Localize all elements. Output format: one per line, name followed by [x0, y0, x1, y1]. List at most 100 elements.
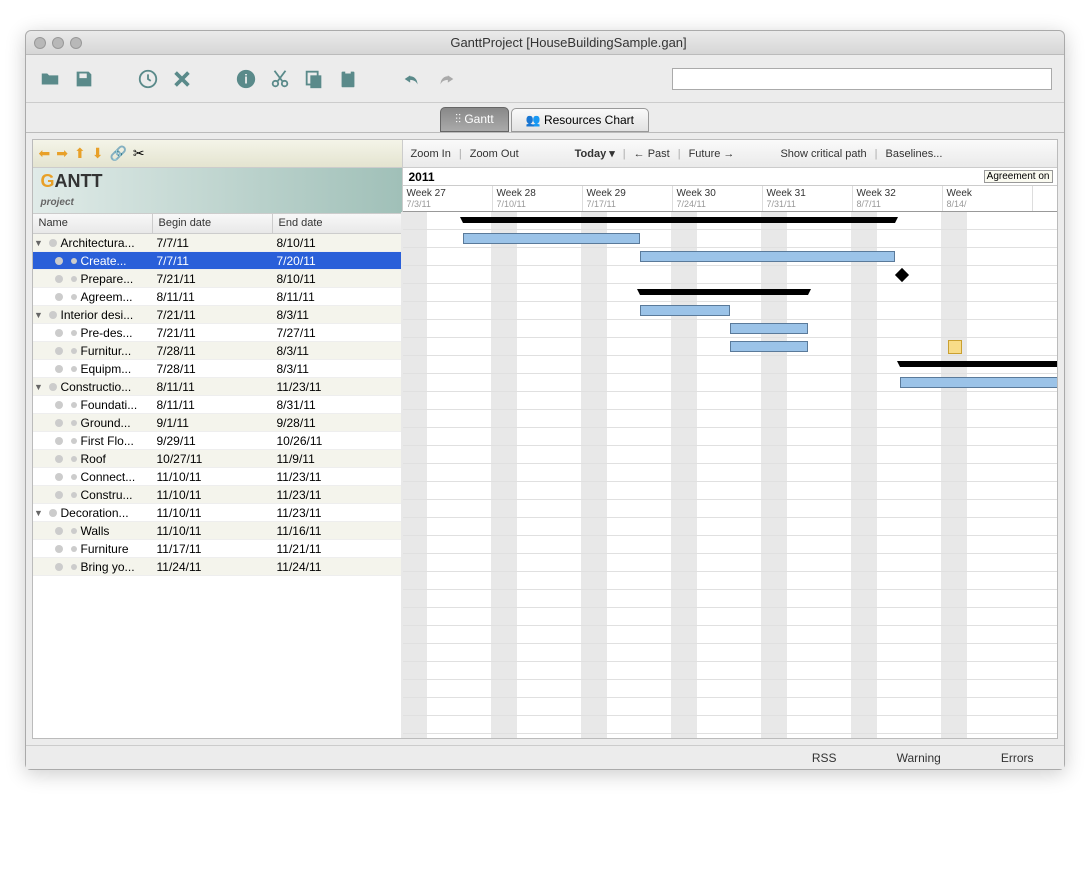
- open-file-icon[interactable]: [38, 67, 62, 91]
- task-bullet-icon: [55, 491, 63, 499]
- task-row[interactable]: Create...7/7/117/20/11: [33, 252, 402, 270]
- task-bullet-icon: [49, 383, 57, 391]
- delete-icon[interactable]: [170, 67, 194, 91]
- task-row[interactable]: ▼Interior desi...7/21/118/3/11: [33, 306, 402, 324]
- gantt-row: [403, 464, 1057, 482]
- clock-icon[interactable]: [136, 67, 160, 91]
- task-bullet-icon: [55, 563, 63, 571]
- task-row[interactable]: Furniture11/17/1111/21/11: [33, 540, 402, 558]
- task-bullet-icon: [55, 455, 63, 463]
- task-row[interactable]: ▼Constructio...8/11/1111/23/11: [33, 378, 402, 396]
- minimize-window-icon[interactable]: [52, 37, 64, 49]
- view-tabs: ⫶⫶ Gantt 👥 Resources Chart: [26, 103, 1064, 133]
- task-name: Agreem...: [81, 290, 133, 304]
- link-icon[interactable]: 🔗: [109, 145, 126, 162]
- redo-icon[interactable]: [434, 67, 458, 91]
- task-end: 7/20/11: [273, 254, 402, 268]
- close-window-icon[interactable]: [34, 37, 46, 49]
- statusbar: RSS Warning Errors: [26, 745, 1064, 769]
- task-name: Interior desi...: [61, 308, 134, 322]
- task-bar[interactable]: [463, 233, 640, 244]
- task-end: 7/27/11: [273, 326, 402, 340]
- task-row[interactable]: Pre-des...7/21/117/27/11: [33, 324, 402, 342]
- task-bullet-icon: [55, 293, 63, 301]
- gantt-row: [403, 446, 1057, 464]
- gantt-row: [403, 266, 1057, 284]
- task-row[interactable]: Ground...9/1/119/28/11: [33, 414, 402, 432]
- paste-icon[interactable]: [336, 67, 360, 91]
- status-errors[interactable]: Errors: [1001, 751, 1034, 765]
- status-warning[interactable]: Warning: [897, 751, 941, 765]
- task-row[interactable]: Bring yo...11/24/1111/24/11: [33, 558, 402, 576]
- task-bar[interactable]: [730, 341, 808, 352]
- task-row[interactable]: Constru...11/10/1111/23/11: [33, 486, 402, 504]
- task-row[interactable]: ▼Architectura...7/7/118/10/11: [33, 234, 402, 252]
- gantt-row: [403, 356, 1057, 374]
- tab-resources[interactable]: 👥 Resources Chart: [511, 108, 649, 132]
- gantt-row: [403, 410, 1057, 428]
- critical-path-button[interactable]: Show critical path: [780, 148, 866, 160]
- task-bar[interactable]: [900, 377, 1058, 388]
- task-bar[interactable]: [640, 305, 730, 316]
- note-icon[interactable]: [948, 340, 962, 354]
- tab-gantt[interactable]: ⫶⫶ Gantt: [440, 107, 509, 132]
- future-button[interactable]: Future →: [689, 148, 735, 160]
- undo-icon[interactable]: [400, 67, 424, 91]
- task-row[interactable]: ▼Decoration...11/10/1111/23/11: [33, 504, 402, 522]
- zoom-in-button[interactable]: Zoom In: [411, 148, 451, 160]
- task-bullet-icon: [55, 401, 63, 409]
- task-name: Ground...: [81, 416, 131, 430]
- col-end[interactable]: End date: [273, 214, 402, 233]
- zoom-window-icon[interactable]: [70, 37, 82, 49]
- cut-icon[interactable]: [268, 67, 292, 91]
- search-input[interactable]: [672, 68, 1052, 90]
- task-row[interactable]: Connect...11/10/1111/23/11: [33, 468, 402, 486]
- week-cell: Week 307/24/11: [673, 186, 763, 211]
- task-row[interactable]: First Flo...9/29/1110/26/11: [33, 432, 402, 450]
- past-button[interactable]: ← Past: [634, 148, 670, 160]
- info-icon[interactable]: i: [234, 67, 258, 91]
- nav-back-icon[interactable]: ⬅: [39, 145, 51, 162]
- milestone-icon[interactable]: [894, 268, 908, 282]
- task-row[interactable]: Prepare...7/21/118/10/11: [33, 270, 402, 288]
- task-row[interactable]: Equipm...7/28/118/3/11: [33, 360, 402, 378]
- col-name[interactable]: Name: [33, 214, 153, 233]
- gantt-row: [403, 482, 1057, 500]
- task-row[interactable]: Roof10/27/1111/9/11: [33, 450, 402, 468]
- task-begin: 11/10/11: [153, 524, 273, 538]
- expand-icon[interactable]: ▼: [33, 508, 45, 518]
- status-rss[interactable]: RSS: [812, 751, 837, 765]
- baselines-button[interactable]: Baselines...: [886, 148, 943, 160]
- summary-bar[interactable]: [640, 289, 808, 295]
- summary-bar[interactable]: [900, 361, 1058, 367]
- task-row[interactable]: Foundati...8/11/118/31/11: [33, 396, 402, 414]
- nav-up-icon[interactable]: ⬆: [74, 145, 86, 162]
- task-row[interactable]: Agreem...8/11/118/11/11: [33, 288, 402, 306]
- task-row[interactable]: Furnitur...7/28/118/3/11: [33, 342, 402, 360]
- gantt-chart[interactable]: [403, 212, 1057, 738]
- task-end: 8/3/11: [273, 308, 402, 322]
- expand-icon[interactable]: ▼: [33, 310, 45, 320]
- task-name: Connect...: [81, 470, 136, 484]
- task-end: 8/3/11: [273, 344, 402, 358]
- expand-icon[interactable]: ▼: [33, 238, 45, 248]
- nav-forward-icon[interactable]: ➡: [56, 145, 68, 162]
- task-bullet-icon: [49, 509, 57, 517]
- nav-down-icon[interactable]: ⬇: [92, 145, 104, 162]
- task-bar[interactable]: [640, 251, 895, 262]
- task-row[interactable]: Walls11/10/1111/16/11: [33, 522, 402, 540]
- zoom-out-button[interactable]: Zoom Out: [470, 148, 519, 160]
- copy-icon[interactable]: [302, 67, 326, 91]
- task-name: Constructio...: [61, 380, 132, 394]
- task-bar[interactable]: [730, 323, 808, 334]
- summary-bar[interactable]: [463, 217, 895, 223]
- week-cell: Week 297/17/11: [583, 186, 673, 211]
- logo: GANTTproject: [33, 168, 402, 214]
- today-button[interactable]: Today ▾: [575, 147, 615, 160]
- save-icon[interactable]: [72, 67, 96, 91]
- expand-icon[interactable]: ▼: [33, 382, 45, 392]
- col-begin[interactable]: Begin date: [153, 214, 273, 233]
- task-end: 8/10/11: [273, 236, 402, 250]
- task-end: 10/26/11: [273, 434, 402, 448]
- unlink-icon[interactable]: ✂: [133, 145, 145, 162]
